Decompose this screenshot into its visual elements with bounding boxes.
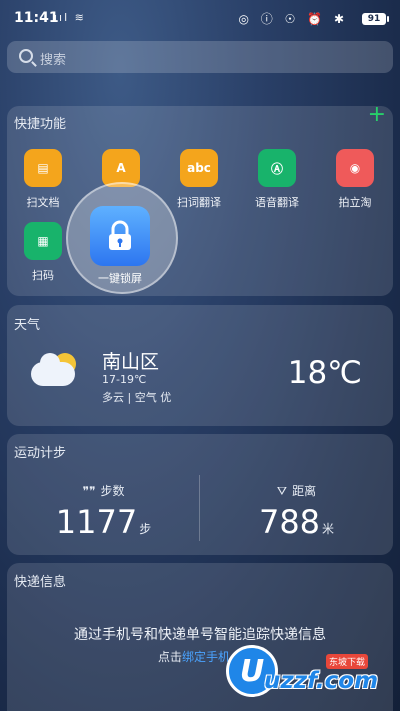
weather-range: 17-19℃ <box>102 373 147 386</box>
shortcut-camera[interactable]: ◉ 拍立淘 <box>318 149 392 210</box>
steps-unit: 步 <box>139 522 152 536</box>
steps-value-row: 1177 步 <box>7 503 200 541</box>
status-bar: 11:41 ııl ≋ ◎ ⓘ ☉ ⏰ ✱ 91 <box>0 0 400 38</box>
delivery-bind-row: 点击绑定手机 <box>158 648 230 665</box>
shortcut-label: 扫文档 <box>26 196 60 209</box>
distance-value: 788 <box>258 503 321 541</box>
footprint-icon: ❞❞ <box>82 484 96 498</box>
weather-title: 天气 <box>14 318 41 333</box>
shortcut-label: 拍立淘 <box>338 196 372 209</box>
search-bar[interactable]: 搜索 <box>7 41 393 73</box>
one-key-lock-button[interactable]: 一键锁屏 <box>86 206 154 286</box>
distance-metric: ⛛ 距离 788 米 <box>200 480 393 541</box>
steps-label-row: ❞❞ 步数 <box>7 480 200 499</box>
shortcuts-title: 快捷功能 <box>14 117 67 132</box>
cloud-icon <box>31 353 75 386</box>
status-icons: ◎ ⓘ ☉ ⏰ ✱ <box>238 12 348 26</box>
battery-icon: 91 <box>362 13 389 25</box>
shortcut-label: 语音翻译 <box>255 196 299 209</box>
distance-unit: 米 <box>322 522 335 536</box>
delivery-description: 通过手机号和快递单号智能追踪快递信息 <box>74 627 326 643</box>
shortcut-label: 扫码 <box>32 269 54 282</box>
lock-icon <box>90 206 150 266</box>
watermark-text: uzzf.com <box>264 668 379 694</box>
shortcut-label: 扫词翻译 <box>177 196 221 209</box>
search-icon <box>19 49 33 63</box>
camera-icon: ◉ <box>336 149 374 187</box>
steps-metric: ❞❞ 步数 1177 步 <box>7 480 200 541</box>
shortcut-voice-translate[interactable]: Ⓐ 语音翻译 <box>240 149 314 210</box>
shortcut-word-translate[interactable]: abc 扫词翻译 <box>162 149 236 210</box>
steps-title: 运动计步 <box>14 446 67 461</box>
road-icon: ⛛ <box>276 484 287 498</box>
watermark-badge: 东坡下载 <box>326 654 369 669</box>
delivery-title: 快递信息 <box>14 575 67 590</box>
qr-code-icon: ▦ <box>24 222 62 260</box>
weather-description: 多云 | 空气 优 <box>102 391 172 404</box>
search-placeholder: 搜索 <box>40 53 67 68</box>
steps-value: 1177 <box>55 503 138 541</box>
weather-location: 南山区 <box>102 351 160 373</box>
weather-temperature: 18℃ <box>287 355 362 391</box>
shortcut-scan-document[interactable]: ▤ 扫文档 <box>6 149 80 210</box>
word-translate-icon: abc <box>180 149 218 187</box>
scan-document-icon: ▤ <box>24 149 62 187</box>
distance-label-row: ⛛ 距离 <box>200 480 393 499</box>
bind-phone-link[interactable]: 绑定手机 <box>182 650 230 664</box>
voice-translate-icon: Ⓐ <box>258 149 296 187</box>
lock-label: 一键锁屏 <box>98 272 142 285</box>
signal-wifi-icon: ııl ≋ <box>54 11 86 24</box>
distance-value-row: 788 米 <box>200 503 393 541</box>
steps-label: 步数 <box>100 484 125 498</box>
delivery-bind-prefix: 点击 <box>158 650 183 664</box>
add-shortcut-icon[interactable]: + <box>368 104 386 126</box>
status-time: 11:41 <box>14 10 59 26</box>
distance-label: 距离 <box>292 484 317 498</box>
